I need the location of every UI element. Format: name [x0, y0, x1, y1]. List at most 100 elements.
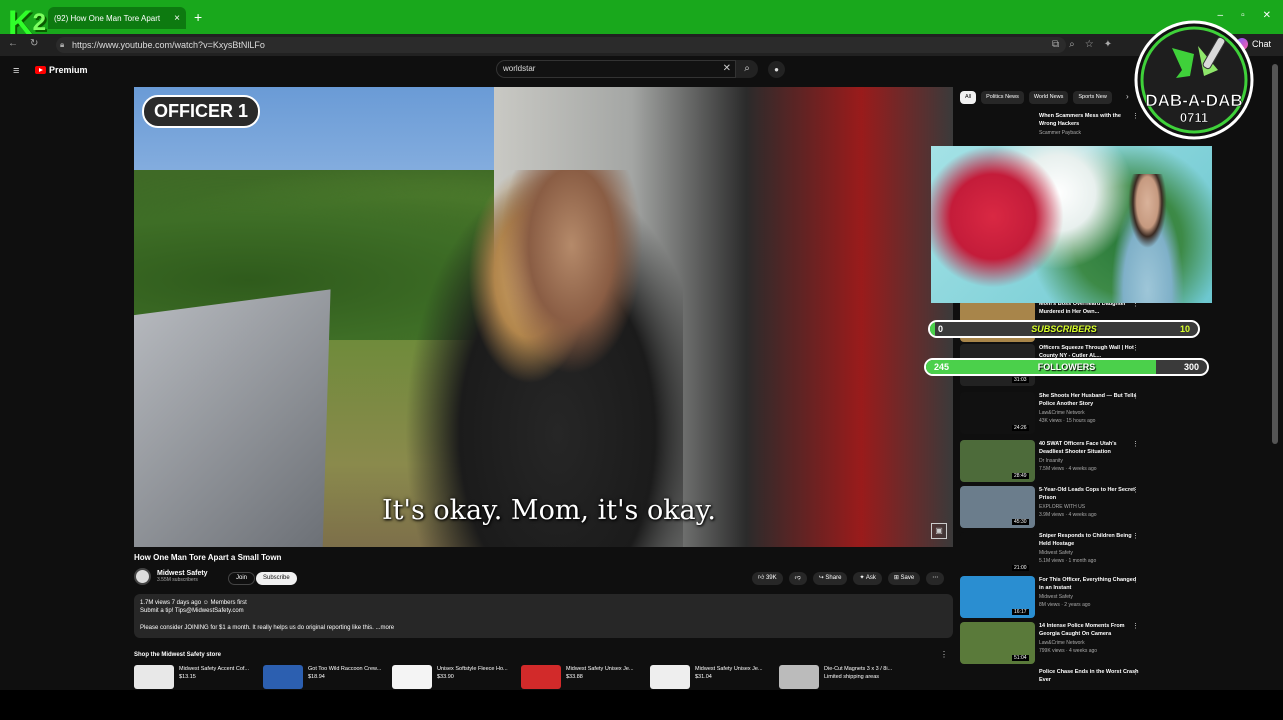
shop-item[interactable]: Midwest Safety Unisex Je... $33.88	[521, 665, 643, 689]
rec-kebab-icon[interactable]: ⋮	[1132, 622, 1139, 630]
subscribe-button[interactable]: Subscribe	[256, 572, 297, 585]
rec-channel: Scammer Payback	[1039, 130, 1081, 136]
channel-name[interactable]: Midwest Safety	[157, 570, 208, 577]
rec-kebab-icon[interactable]: ⋮	[1132, 486, 1139, 494]
search-input[interactable]: worldstar ✕	[496, 60, 736, 78]
extensions-icon[interactable]: ✦	[1104, 39, 1112, 50]
clear-search-icon[interactable]: ✕	[723, 61, 731, 77]
rec-kebab-icon[interactable]: ⋮	[1132, 668, 1139, 676]
video-actions: 👍︎ 39K 👎︎ ↪ Share ✦ Ask ⊞ Save ⋯	[752, 572, 945, 585]
save-label: Save	[900, 575, 915, 581]
search-query: worldstar	[503, 64, 536, 73]
shop-item-image	[134, 665, 174, 689]
video-player[interactable]: OFFICER 1 It's okay. Mom, it's okay. ▣	[134, 87, 953, 547]
rec-channel: Law&Crime Network	[1039, 410, 1085, 416]
shop-item[interactable]: Got Too Wild Raccoon Crew... $18.94	[263, 665, 385, 689]
close-window-icon[interactable]: ✕	[1263, 10, 1271, 21]
browser-tab[interactable]: (92) How One Man Tore Apart ×	[48, 7, 186, 29]
shop-item-name: Die-Cut Magnets 3 x 3 / 8i...	[824, 666, 893, 672]
channel-info: Midwest Safety 3.55M subscribers	[134, 568, 208, 585]
recommendation[interactable]: 45:30 5-Year-Old Leads Cops to Her Secre…	[960, 486, 1160, 528]
tab-close-icon[interactable]: ×	[174, 13, 180, 24]
subscriber-count: 3.55M subscribers	[157, 577, 198, 583]
youtube-logo[interactable]: Premium	[35, 65, 88, 75]
webcam-overlay	[931, 146, 1212, 303]
install-icon[interactable]: ⧉	[1052, 39, 1059, 50]
followers-current: 245	[934, 362, 950, 372]
new-tab-icon[interactable]: +	[194, 9, 202, 25]
chip-sports[interactable]: Sports New	[1073, 91, 1112, 104]
browser-tab-strip: K2 (92) How One Man Tore Apart × + – ▫ ✕	[0, 0, 1283, 40]
shop-item-image	[779, 665, 819, 689]
rec-meta: 7.5M views · 4 weeks ago	[1039, 466, 1097, 472]
followers-goal-bar: FOLLOWERS 245 300	[924, 358, 1209, 376]
search-button[interactable]: ⌕	[736, 60, 758, 78]
shop-kebab-icon[interactable]: ⋮	[940, 650, 948, 659]
menu-icon[interactable]: ≡	[13, 65, 19, 77]
subscribers-label: SUBSCRIBERS	[1031, 324, 1097, 334]
rec-kebab-icon[interactable]: ⋮	[1132, 576, 1139, 584]
rec-meta: 5.1M views · 1 month ago	[1039, 558, 1097, 564]
recommendation[interactable]: Police Chase Ends in the Worst Crash Eve…	[960, 668, 1160, 688]
save-button[interactable]: ⊞ Save	[887, 572, 921, 585]
bookmark-star-icon[interactable]: ☆	[1085, 39, 1094, 50]
video-people	[404, 169, 683, 547]
logo-text: DAB-A-DAB	[1145, 91, 1242, 110]
shop-item[interactable]: Unisex Softstyle Fleece Ho... $33.90	[392, 665, 514, 689]
more-actions-icon[interactable]: ⋯	[926, 572, 945, 585]
description-tip: Submit a tip! Tips@MidwestSafety.com	[140, 608, 244, 614]
rec-channel: Dr Insanity	[1039, 458, 1063, 464]
reload-icon[interactable]: ↻	[30, 38, 38, 49]
subscribers-goal-bar: SUBSCRIBERS 0 10	[928, 320, 1200, 338]
chip-politics[interactable]: Politics News	[981, 91, 1024, 104]
dab-a-dab-logo: DAB-A-DAB 0711	[1134, 20, 1254, 140]
rec-duration: 16:17	[1012, 609, 1029, 615]
join-button[interactable]: Join	[228, 572, 256, 585]
back-icon[interactable]: ←	[8, 38, 18, 49]
rec-kebab-icon[interactable]: ⋮	[1132, 440, 1139, 448]
rec-title: 14 Intense Police Moments From Georgia C…	[1039, 623, 1125, 637]
rec-channel: Law&Crime Network	[1039, 640, 1085, 646]
dislike-button[interactable]: 👎︎	[788, 572, 807, 585]
recommendation[interactable]: 28:49 40 SWAT Officers Face Utah's Deadl…	[960, 440, 1160, 482]
recommendation[interactable]: 51:04 14 Intense Police Moments From Geo…	[960, 622, 1160, 664]
shop-item[interactable]: Midwest Safety Accent Cof... $13.15	[134, 665, 256, 689]
rec-title: When Scammers Mess with the Wrong Hacker…	[1039, 113, 1121, 127]
rec-kebab-icon[interactable]: ⋮	[1132, 392, 1139, 400]
shop-item-name: Midwest Safety Unisex Je...	[566, 666, 634, 672]
url-field[interactable]: 🔒︎ https://www.youtube.com/watch?v=KxysB…	[56, 37, 1066, 53]
thumbs-down-icon: 👎︎	[794, 575, 801, 581]
tab-title: (92) How One Man Tore Apart	[54, 13, 161, 23]
ask-button[interactable]: ✦ Ask	[853, 572, 882, 585]
recommendation[interactable]: 21:00 Sniper Responds to Children Being …	[960, 532, 1160, 574]
shop-item[interactable]: Midwest Safety Unisex Je... $31.04	[650, 665, 772, 689]
zoom-icon[interactable]: ⌕	[1069, 39, 1075, 50]
share-button[interactable]: ↪ Share	[812, 572, 848, 585]
rec-kebab-icon[interactable]: ⋮	[1132, 532, 1139, 540]
chip-world-news[interactable]: World News	[1028, 91, 1069, 104]
page-scrollbar[interactable]	[1272, 64, 1278, 444]
shop-item-price: $33.88	[566, 674, 583, 680]
chips-next-icon[interactable]: ›	[1126, 92, 1129, 101]
rec-title: Police Chase Ends in the Worst Crash Eve…	[1039, 669, 1139, 683]
voice-search-button[interactable]: ●	[768, 61, 785, 78]
shop-item-price: $13.15	[179, 674, 196, 680]
logo-number: 0711	[1180, 110, 1208, 125]
channel-watermark-icon[interactable]: ▣	[931, 523, 947, 539]
rec-duration: 31:03	[1012, 377, 1029, 383]
thumbs-up-icon: 👍︎	[758, 575, 766, 581]
like-button[interactable]: 👍︎ 39K	[752, 572, 783, 585]
video-caption: It's okay. Mom, it's okay.	[382, 495, 716, 526]
channel-avatar[interactable]	[134, 568, 151, 585]
rec-kebab-icon[interactable]: ⋮	[1132, 344, 1139, 352]
address-bar-actions: ⧉ ⌕ ☆ ✦	[1052, 39, 1112, 50]
rec-title: Sniper Responds to Children Being Held H…	[1039, 533, 1132, 547]
chip-all[interactable]: All	[960, 91, 977, 104]
recommendation[interactable]: 24:26 She Shoots Her Husband — But Tells…	[960, 392, 1160, 434]
rec-title: For This Officer, Everything Changed in …	[1039, 577, 1137, 591]
shop-label: Shop the Midwest Safety store	[134, 652, 222, 658]
shop-item[interactable]: Die-Cut Magnets 3 x 3 / 8i... Limited shi…	[779, 665, 901, 689]
rec-title: 5-Year-Old Leads Cops to Her Secret Pris…	[1039, 487, 1135, 501]
description-box[interactable]: 1.7M views 7 days ago ☺ Members first Su…	[134, 594, 953, 638]
recommendation[interactable]: 16:17 For This Officer, Everything Chang…	[960, 576, 1160, 618]
